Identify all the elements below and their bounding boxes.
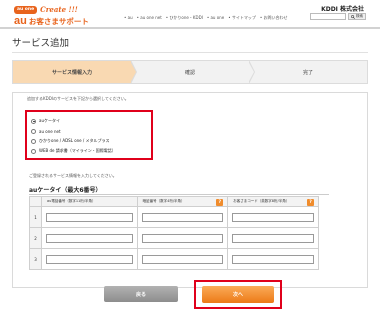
- row-number: 3: [29, 248, 42, 270]
- table-header-row: au電話番号（数字11桁/半角） 暗証番号（数字4桁/半角） ? お客さまコード…: [29, 196, 319, 207]
- phone-cell: [40, 206, 138, 228]
- entry-instruction: ご登録されるサービス情報を入力してください。: [29, 173, 117, 178]
- next-button[interactable]: 次へ: [202, 286, 274, 303]
- radio-label: WEB de 請求書（マイライン・国際電話）: [39, 148, 116, 153]
- search-button[interactable]: 検索: [348, 13, 366, 20]
- search-input[interactable]: [310, 13, 346, 20]
- step-arrow-icon: [248, 60, 255, 84]
- nav-link-au[interactable]: • au: [124, 15, 133, 21]
- title-divider: [12, 52, 368, 53]
- header-label: au電話番号（数字11桁/半角）: [46, 199, 96, 203]
- pin-cell: [136, 227, 229, 249]
- radio-button[interactable]: [31, 128, 36, 134]
- customer-code-input[interactable]: [232, 254, 314, 264]
- step-label: サービス情報入力: [51, 69, 92, 76]
- customer-code-cell: [227, 206, 319, 228]
- help-icon[interactable]: ?: [307, 198, 314, 206]
- nav-link-sitemap[interactable]: • サイトマップ: [228, 15, 256, 21]
- step-input: サービス情報入力: [13, 60, 137, 84]
- logo-subtitle: お客さまサポート: [28, 17, 89, 26]
- pin-input[interactable]: [141, 212, 224, 222]
- service-form: 追加するKDDIのサービスを下記から選択してください。 auケータイ au on…: [12, 92, 368, 288]
- pin-cell: [136, 248, 229, 270]
- search-button-label: 検索: [356, 14, 363, 18]
- pin-input[interactable]: [141, 233, 224, 243]
- nav-link-au-one[interactable]: • au one: [207, 15, 224, 21]
- customer-code-cell: [227, 227, 319, 249]
- help-icon[interactable]: ?: [216, 198, 224, 206]
- table-row: 2: [29, 227, 319, 249]
- customer-code-input[interactable]: [232, 212, 314, 222]
- radio-button[interactable]: [31, 148, 36, 154]
- pin-cell: [136, 206, 229, 228]
- step-label: 確認: [184, 69, 195, 76]
- customer-code-cell: [227, 248, 319, 270]
- service-instruction: 追加するKDDIのサービスを下記から選択してください。: [27, 96, 129, 101]
- site-logo[interactable]: au one Create !!! au お客さまサポート: [14, 5, 89, 27]
- au-one-chip: au one: [14, 5, 38, 14]
- radio-option-web-invoice[interactable]: WEB de 請求書（マイライン・国際電話）: [31, 146, 147, 156]
- step-arrow-icon: [130, 60, 137, 84]
- radio-button[interactable]: [31, 138, 36, 144]
- top-navigation: • au • au one net • ひかりone・KDDI • au one…: [124, 15, 287, 21]
- service-radio-group: auケータイ au one net ひかりone / ADSL one / メタ…: [25, 110, 153, 160]
- nav-link-hikari-one[interactable]: • ひかりone・KDDI: [166, 15, 203, 21]
- phone-cell: [40, 227, 138, 249]
- radio-option-au-one-net[interactable]: au one net: [31, 126, 147, 136]
- phone-entry-table: au電話番号（数字11桁/半角） 暗証番号（数字4桁/半角） ? お客さまコード…: [29, 196, 319, 270]
- table-header-pin: 暗証番号（数字4桁/半角） ?: [136, 196, 229, 207]
- pin-input[interactable]: [141, 254, 224, 264]
- progress-steps: サービス情報入力 確認 完了: [12, 60, 368, 84]
- logo-main-row: au お客さまサポート: [14, 16, 89, 27]
- create-label: Create !!!: [40, 5, 78, 14]
- back-button[interactable]: 戻る: [104, 286, 178, 302]
- logo-au: au: [14, 15, 27, 27]
- phone-number-input[interactable]: [45, 233, 133, 243]
- table-header-phone: au電話番号（数字11桁/半角）: [40, 196, 138, 207]
- radio-option-au-keitai[interactable]: auケータイ: [31, 116, 147, 126]
- radio-option-hikari-one[interactable]: ひかりone / ADSL one / メタルプラス: [31, 136, 147, 146]
- table-header-corner: [29, 196, 42, 207]
- page-title: サービス追加: [12, 38, 70, 49]
- section-heading: auケータイ（最大6番号）: [29, 187, 102, 194]
- search-icon: [351, 14, 355, 19]
- step-complete: 完了: [249, 61, 367, 83]
- row-number: 2: [29, 227, 42, 249]
- site-search: 検索: [310, 13, 366, 20]
- phone-cell: [40, 248, 138, 270]
- heading-divider: [29, 194, 329, 195]
- radio-label: au one net: [39, 128, 61, 134]
- header-label: お客さまコード（英数字8桁/半角）: [233, 199, 290, 203]
- next-button-highlight: 次へ: [194, 280, 282, 309]
- radio-label: auケータイ: [39, 118, 60, 123]
- row-number: 1: [29, 206, 42, 228]
- logo-top-row: au one Create !!!: [14, 5, 89, 14]
- phone-number-input[interactable]: [45, 212, 133, 222]
- customer-code-input[interactable]: [232, 233, 314, 243]
- table-row: 3: [29, 248, 319, 270]
- header-divider: [0, 27, 380, 29]
- nav-link-contact[interactable]: • お問い合わせ: [260, 15, 288, 21]
- step-confirm: 確認: [131, 60, 255, 84]
- nav-link-au-one-net[interactable]: • au one net: [137, 15, 162, 21]
- radio-button[interactable]: [31, 118, 36, 124]
- header-label: 暗証番号（数字4桁/半角）: [142, 199, 185, 203]
- table-header-customer-code: お客さまコード（英数字8桁/半角） ?: [227, 196, 319, 207]
- company-name: KDDI 株式会社: [321, 6, 364, 13]
- site-header: au one Create !!! au お客さまサポート KDDI 株式会社 …: [0, 0, 380, 29]
- phone-number-input[interactable]: [45, 254, 133, 264]
- table-row: 1: [29, 206, 319, 228]
- step-label: 完了: [302, 69, 313, 76]
- radio-label: ひかりone / ADSL one / メタルプラス: [39, 138, 110, 143]
